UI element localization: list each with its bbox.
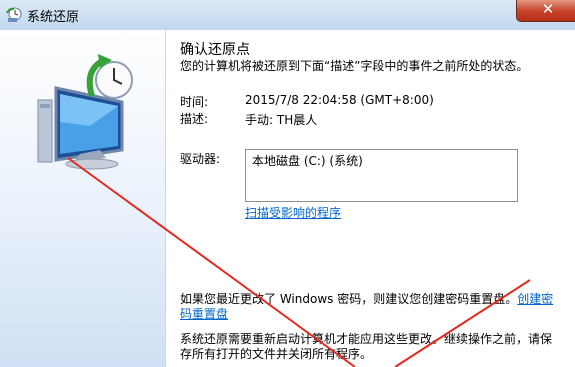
drives-list[interactable]: 本地磁盘 (C:) (系统)	[245, 149, 518, 202]
close-icon: ✕	[541, 0, 555, 18]
content-area: 确认还原点 您的计算机将被还原到下面“描述”字段中的事件之前所处的状态。 时间:…	[166, 30, 575, 367]
close-button[interactable]: ✕	[516, 0, 575, 22]
restore-description: 您的计算机将被还原到下面“描述”字段中的事件之前所处的状态。	[180, 59, 529, 73]
restart-notice: 系统还原需要重新启动计算机才能应用这些更改。继续操作之前，请保存所有打开的文件并…	[180, 332, 553, 361]
system-restore-window: 系统还原 ✕ 确认还原点 您的计算机将被还原到下面“描述”字段中的事件之前所处的	[0, 0, 575, 367]
left-panel	[0, 30, 166, 367]
system-restore-illustration	[37, 54, 133, 170]
time-value: 2015/7/8 22:04:58 (GMT+8:00)	[245, 93, 434, 107]
time-label: 时间:	[180, 95, 209, 109]
password-notice: 如果您最近更改了 Windows 密码，则建议您创建密码重置盘。创建密码重置盘	[180, 292, 560, 322]
window-title: 系统还原	[27, 10, 80, 25]
title-bar[interactable]: 系统还原 ✕	[0, 0, 575, 30]
system-restore-icon	[6, 7, 22, 22]
description-value: 手动: TH晨人	[245, 113, 318, 127]
password-notice-text: 如果您最近更改了 Windows 密码，则建议您创建密码重置盘。	[180, 292, 518, 306]
list-item[interactable]: 本地磁盘 (C:) (系统)	[252, 152, 363, 169]
drives-label: 驱动器:	[180, 152, 221, 166]
description-label: 描述:	[180, 112, 209, 126]
page-title: 确认还原点	[180, 42, 250, 58]
scan-affected-programs-link[interactable]: 扫描受影响的程序	[245, 204, 341, 221]
